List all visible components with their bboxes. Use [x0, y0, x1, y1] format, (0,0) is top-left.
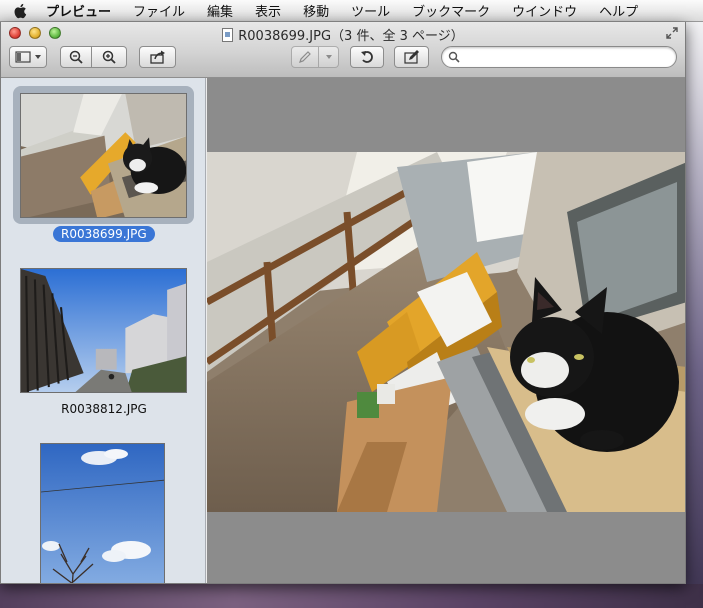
menu-window[interactable]: ウインドウ	[501, 1, 588, 20]
cat-photo	[207, 152, 685, 512]
rotate-button[interactable]	[350, 46, 384, 68]
preview-window: R0038699.JPG（3 件、全 3 ページ） R0038699.JPG R…	[0, 22, 686, 584]
thumbnail-1-image	[21, 94, 186, 217]
view-menu-button[interactable]	[9, 46, 47, 68]
document-icon[interactable]	[222, 27, 234, 42]
zoom-in-icon	[102, 50, 116, 64]
thumbnail-1-label[interactable]: R0038699.JPG	[53, 226, 155, 242]
share-icon	[149, 50, 165, 64]
menu-preview[interactable]: プレビュー	[40, 1, 122, 20]
menu-help[interactable]: ヘルプ	[588, 1, 649, 20]
edit-toolbar-button[interactable]	[394, 46, 429, 68]
thumbnail-2[interactable]	[20, 268, 187, 393]
thumbnail-2-image	[21, 269, 186, 392]
desktop-background	[685, 22, 703, 608]
toolbar	[1, 46, 685, 72]
search-field[interactable]	[441, 46, 677, 68]
thumbnail-3[interactable]	[40, 443, 165, 583]
menu-view[interactable]: 表示	[244, 1, 292, 20]
sidebar-toggle-icon	[15, 51, 41, 63]
zoom-out-button[interactable]	[60, 46, 92, 68]
menu-bookmarks[interactable]: ブックマーク	[401, 1, 501, 20]
zoom-in-button[interactable]	[92, 46, 127, 68]
signature-icon	[403, 50, 419, 64]
main-image[interactable]	[207, 152, 685, 512]
window-title: R0038699.JPG（3 件、全 3 ページ）	[1, 25, 685, 44]
search-icon	[448, 51, 460, 63]
rotate-left-icon	[361, 51, 373, 63]
zoom-out-icon	[69, 50, 83, 64]
menu-file[interactable]: ファイル	[122, 1, 196, 20]
thumbnail-2-label[interactable]: R0038812.JPG	[55, 402, 153, 416]
thumbnail-sidebar[interactable]: R0038699.JPG R0038812.JPG	[1, 78, 206, 583]
desktop-background-bottom	[0, 584, 703, 608]
fullscreen-icon[interactable]	[665, 26, 679, 40]
thumbnail-3-image	[41, 444, 164, 583]
thumbnail-1[interactable]	[20, 93, 187, 218]
chevron-down-icon	[325, 55, 332, 59]
pencil-icon	[299, 51, 311, 63]
markup-button[interactable]	[291, 46, 319, 68]
title-bar[interactable]: R0038699.JPG（3 件、全 3 ページ）	[1, 22, 685, 78]
window-title-text: R0038699.JPG（3 件、全 3 ページ）	[238, 29, 464, 44]
menu-bar: プレビュー ファイル 編集 表示 移動 ツール ブックマーク ウインドウ ヘルプ	[0, 0, 703, 22]
menu-go[interactable]: 移動	[292, 1, 340, 20]
menu-edit[interactable]: 編集	[196, 1, 244, 20]
image-canvas[interactable]	[207, 78, 685, 583]
search-input[interactable]	[464, 50, 664, 64]
markup-menu-button[interactable]	[319, 46, 339, 68]
apple-icon[interactable]	[12, 2, 30, 20]
menu-tools[interactable]: ツール	[340, 1, 401, 20]
share-button[interactable]	[139, 46, 176, 68]
